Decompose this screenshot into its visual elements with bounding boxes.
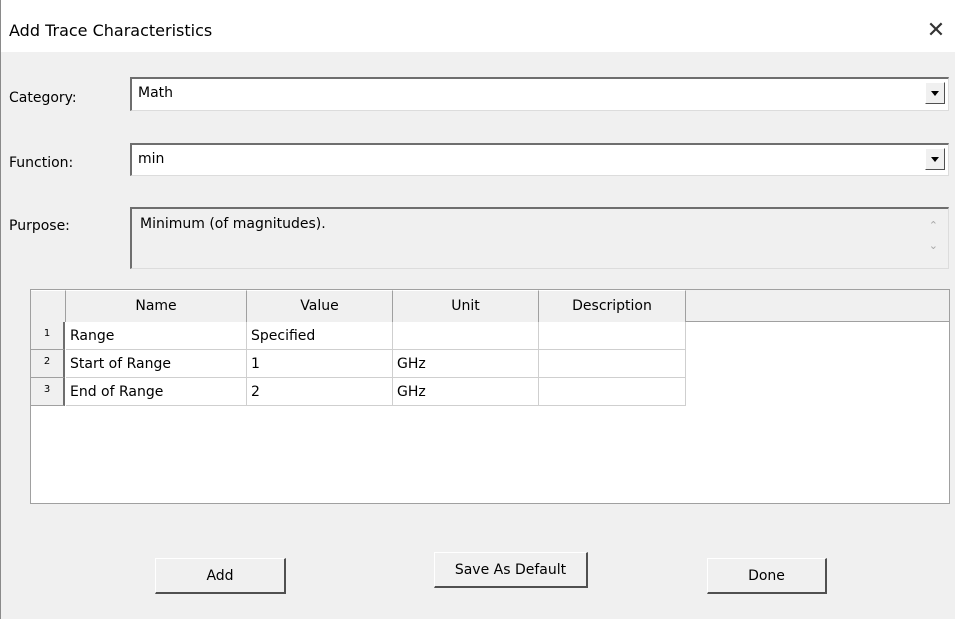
column-header-description[interactable]: Description bbox=[539, 290, 686, 322]
purpose-textbox: Minimum (of magnitudes). ⌃ ⌄ bbox=[130, 207, 949, 269]
scroll-up-icon[interactable]: ⌃ bbox=[929, 219, 938, 232]
column-header-unit[interactable]: Unit bbox=[393, 290, 539, 322]
chevron-down-icon[interactable] bbox=[925, 82, 945, 104]
dialog-title: Add Trace Characteristics bbox=[9, 21, 213, 40]
row-header[interactable]: 3 bbox=[31, 378, 65, 406]
cell-value[interactable]: 1 bbox=[247, 350, 393, 378]
done-button[interactable]: Done bbox=[707, 558, 827, 594]
chevron-down-icon[interactable] bbox=[925, 148, 945, 170]
function-label: Function: bbox=[9, 155, 74, 171]
cell-unit[interactable]: GHz bbox=[393, 350, 539, 378]
column-header-name[interactable]: Name bbox=[66, 290, 247, 322]
cell-description[interactable] bbox=[539, 378, 686, 406]
column-header-value[interactable]: Value bbox=[247, 290, 393, 322]
close-icon[interactable]: ✕ bbox=[921, 17, 951, 47]
cell-value[interactable]: 2 bbox=[247, 378, 393, 406]
add-button[interactable]: Add bbox=[155, 558, 286, 594]
cell-description[interactable] bbox=[539, 322, 686, 350]
cell-value[interactable]: Specified bbox=[247, 322, 393, 350]
title-bar: Add Trace Characteristics ✕ bbox=[1, 0, 955, 52]
dialog-body: Category: Math Function: min Purpose: Mi… bbox=[1, 52, 955, 619]
parameters-grid: Name Value Unit Description 1 Range Spec… bbox=[30, 289, 950, 504]
save-as-default-button[interactable]: Save As Default bbox=[434, 552, 588, 588]
category-label: Category: bbox=[9, 90, 77, 106]
cell-description[interactable] bbox=[539, 350, 686, 378]
function-select[interactable]: min bbox=[130, 143, 949, 176]
row-header[interactable]: 1 bbox=[31, 322, 65, 350]
row-header[interactable]: 2 bbox=[31, 350, 65, 378]
corner-header bbox=[31, 290, 66, 322]
cell-name[interactable]: Range bbox=[66, 322, 247, 350]
cell-name[interactable]: Start of Range bbox=[66, 350, 247, 378]
grid-header-row: Name Value Unit Description bbox=[31, 290, 949, 322]
purpose-value: Minimum (of magnitudes). bbox=[140, 216, 326, 232]
function-value: min bbox=[138, 151, 165, 167]
category-value: Math bbox=[138, 85, 174, 101]
category-select[interactable]: Math bbox=[130, 77, 949, 111]
purpose-label: Purpose: bbox=[9, 218, 70, 234]
scroll-down-icon[interactable]: ⌄ bbox=[929, 239, 938, 252]
cell-unit[interactable]: GHz bbox=[393, 378, 539, 406]
cell-unit[interactable] bbox=[393, 322, 539, 350]
cell-name[interactable]: End of Range bbox=[66, 378, 247, 406]
